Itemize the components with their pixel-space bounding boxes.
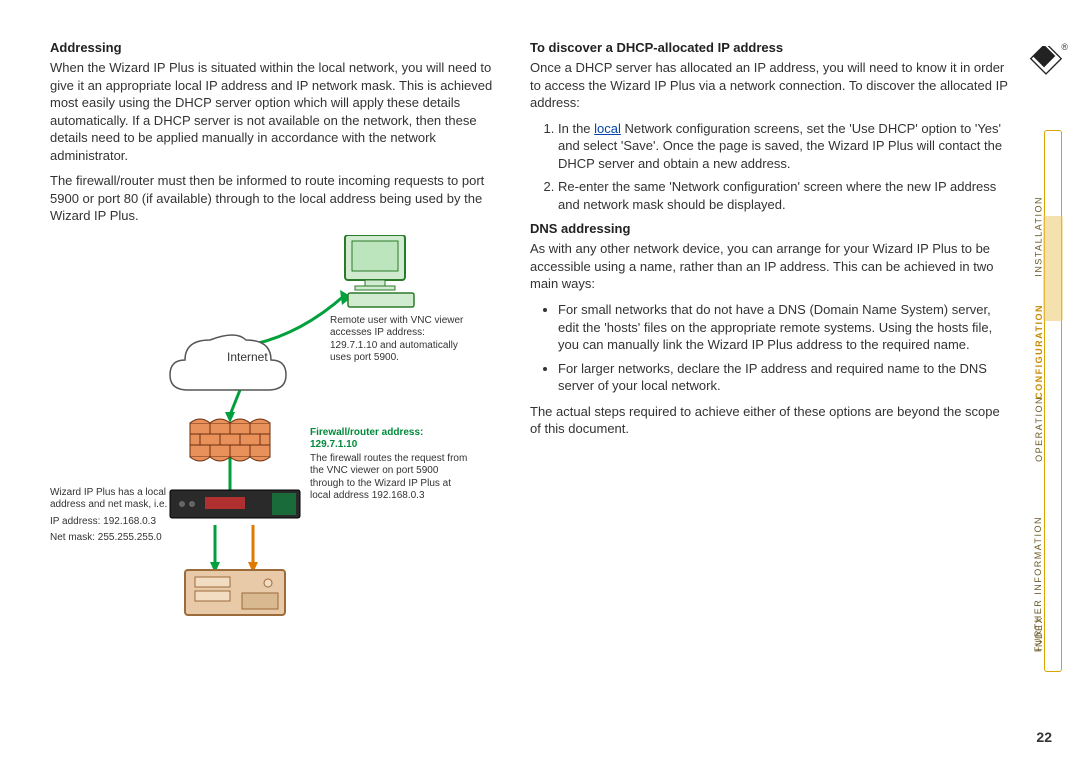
discover-intro: Once a DHCP server has allocated an IP a… xyxy=(530,59,1010,112)
wizard-note-line3: Net mask: 255.255.255.0 xyxy=(50,532,180,545)
discover-steps: In the local Network configuration scree… xyxy=(530,120,1010,214)
nav-active-marker xyxy=(1043,216,1063,321)
firewall-note: The firewall routes the request from the… xyxy=(310,453,470,503)
dns-option-2: For larger networks, declare the IP addr… xyxy=(558,360,1010,395)
firewall-icon xyxy=(190,419,270,461)
network-diagram: Internet Remote user with VNC viewer acc… xyxy=(50,235,480,635)
brand-logo-icon: ® xyxy=(1026,46,1062,82)
wizard-note-line1: Wizard IP Plus has a local address and n… xyxy=(50,487,180,512)
server-icon xyxy=(185,570,285,615)
dns-option-1: For small networks that do not have a DN… xyxy=(558,301,1010,354)
nav-configuration[interactable]: CONFIGURATION xyxy=(1034,304,1044,399)
firewall-title: Firewall/router address: 129.7.1.10 xyxy=(310,427,470,452)
heading-addressing: Addressing xyxy=(50,40,500,55)
monitor-icon xyxy=(345,235,414,307)
trademark-symbol: ® xyxy=(1061,42,1068,52)
internet-label: Internet xyxy=(227,350,268,364)
heading-dns: DNS addressing xyxy=(530,221,1010,236)
heading-discover: To discover a DHCP-allocated IP address xyxy=(530,40,1010,55)
left-column: Addressing When the Wizard IP Plus is si… xyxy=(50,40,500,635)
page-number: 22 xyxy=(1036,729,1052,745)
local-link[interactable]: local xyxy=(594,121,621,136)
dns-options: For small networks that do not have a DN… xyxy=(530,301,1010,395)
discover-step-1: In the local Network configuration scree… xyxy=(558,120,1010,173)
discover-step-2: Re-enter the same 'Network configuration… xyxy=(558,178,1010,213)
side-navigation: INSTALLATION CONFIGURATION OPERATION FUR… xyxy=(1044,130,1062,672)
nav-installation[interactable]: INSTALLATION xyxy=(1034,196,1044,277)
nav-operation[interactable]: OPERATION xyxy=(1034,396,1044,462)
wizard-note-line2: IP address: 192.168.0.3 xyxy=(50,516,180,529)
dns-scope-note: The actual steps required to achieve eit… xyxy=(530,403,1010,438)
addressing-paragraph-2: The firewall/router must then be informe… xyxy=(50,172,500,225)
remote-user-note: Remote user with VNC viewer accesses IP … xyxy=(330,315,470,365)
dns-intro: As with any other network device, you ca… xyxy=(530,240,1010,293)
nav-index[interactable]: INDEX xyxy=(1034,616,1044,651)
addressing-paragraph-1: When the Wizard IP Plus is situated with… xyxy=(50,59,500,164)
right-column: To discover a DHCP-allocated IP address … xyxy=(530,40,1010,635)
wizard-device-icon xyxy=(170,490,300,518)
